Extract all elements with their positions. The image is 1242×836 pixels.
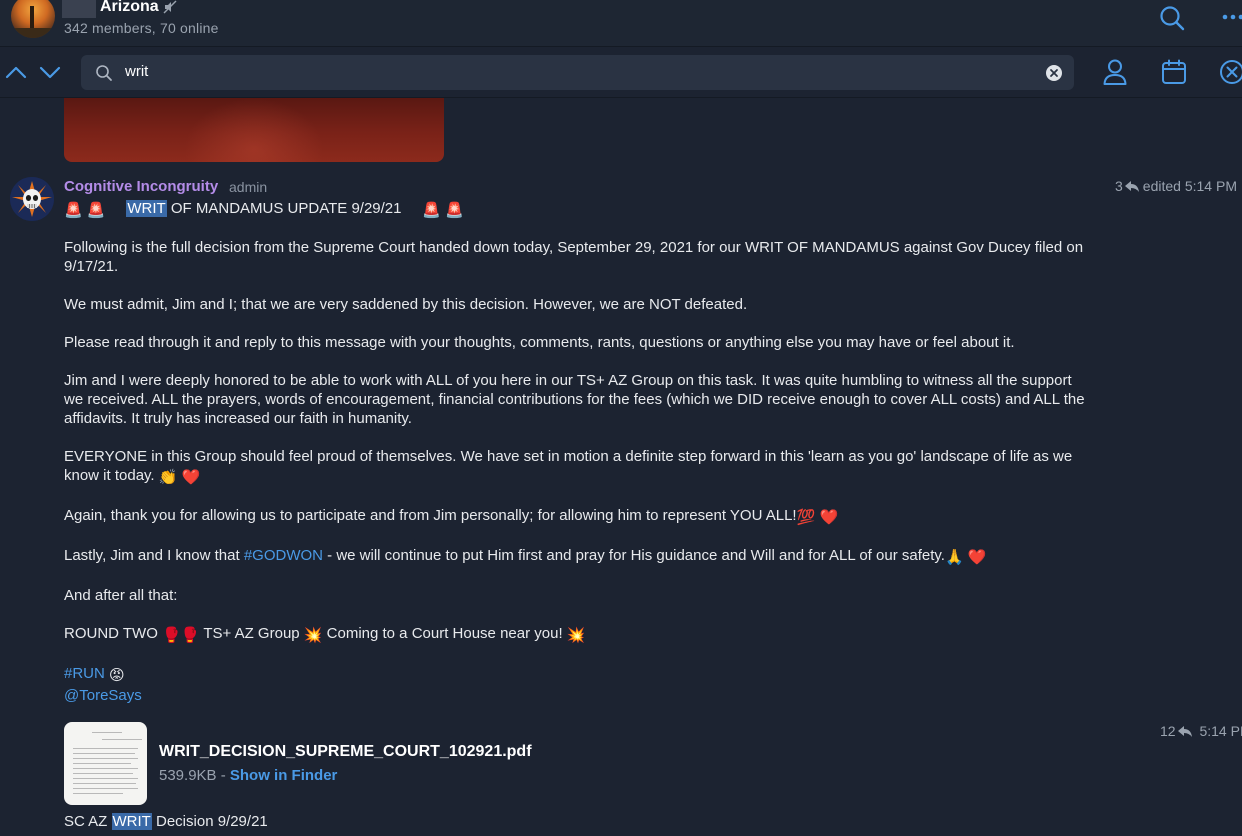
file-caption: SC AZ WRIT Decision 9/29/21	[64, 813, 268, 830]
siren-emoji: 🚨	[64, 202, 83, 219]
message-time: 5:14 PM	[1184, 178, 1237, 194]
avatar-ground	[11, 28, 55, 38]
message-text: Coming to a Court House near you!	[322, 625, 567, 642]
clear-search-icon[interactable]	[1045, 64, 1063, 82]
boxing-glove-emoji: 🥊	[180, 627, 200, 644]
reply-count[interactable]: 3	[1115, 178, 1123, 194]
message-text-line: ROUND TWO 🥊🥊 TS+ AZ Group 💥 Coming to a …	[64, 625, 585, 644]
member-count: 342 members, 70 online	[64, 20, 219, 36]
previous-photo[interactable]	[64, 98, 444, 162]
author-name[interactable]: Cognitive Incongruity	[64, 178, 218, 195]
heart-emoji: ❤️	[181, 469, 201, 486]
search-query[interactable]: writ	[125, 63, 148, 80]
message-text: We must admit, Jim and I; that we are ve…	[64, 296, 748, 313]
siren-emoji: 🚨	[445, 202, 464, 219]
message-text-line: Again, thank you for allowing us to part…	[64, 507, 838, 526]
calendar-icon[interactable]	[1161, 59, 1187, 85]
search-icon[interactable]	[1158, 4, 1186, 32]
reply-count[interactable]: 12	[1160, 723, 1176, 739]
file-message-meta: 12 5:14 PM	[1160, 723, 1242, 739]
show-in-finder-link[interactable]: Show in Finder	[230, 767, 338, 784]
caption-text: Decision 9/29/21	[151, 813, 268, 830]
heart-emoji: ❤️	[967, 549, 987, 566]
message-text: And after all that:	[64, 587, 178, 604]
message-meta: 3 edited 5:14 PM	[1115, 178, 1237, 194]
close-search-icon[interactable]	[1219, 59, 1242, 85]
redacted-block	[62, 0, 96, 18]
hashtag-godwon[interactable]: #GODWON	[244, 547, 323, 564]
mention-toresays[interactable]: @ToreSays	[64, 687, 142, 704]
message-list: Cognitive Incongruity admin 3 edited 5:14…	[0, 98, 1242, 836]
heart-emoji: ❤️	[819, 509, 839, 526]
message-text: TS+ AZ Group	[199, 625, 304, 642]
search-input[interactable]	[81, 55, 1074, 90]
message-text-line: Lastly, Jim and I know that #GODWON - we…	[64, 547, 987, 566]
arizona-skull-icon	[10, 177, 54, 221]
message-text: Again, thank you for allowing us to part…	[64, 507, 797, 524]
file-size: 539.9KB -	[159, 767, 230, 784]
reply-icon[interactable]	[1177, 726, 1192, 737]
avatar-tree	[30, 6, 34, 28]
siren-emoji: 🚨	[86, 202, 106, 219]
chevron-up-icon[interactable]	[4, 62, 28, 82]
hashtag-run[interactable]: #RUN	[64, 665, 105, 682]
headline-text: OF MANDAMUS UPDATE 9/29/21	[166, 200, 402, 217]
message-headline: 🚨 🚨 WRIT OF MANDAMUS UPDATE 9/29/21 🚨 🚨	[64, 200, 464, 219]
chat-header: Arizona 342 members, 70 online	[0, 0, 1242, 47]
message-text: Lastly, Jim and I know that	[64, 547, 244, 564]
reply-icon[interactable]	[1124, 181, 1139, 192]
angry-emoji: 😡	[109, 667, 125, 684]
search-field-icon	[96, 65, 112, 81]
message-time: 5:14 PM	[1199, 723, 1242, 739]
message-text-line: #RUN 😡	[64, 665, 125, 684]
pray-emoji: 🙏	[944, 549, 964, 566]
search-highlight: WRIT	[126, 200, 167, 217]
message-text: Jim and I were deeply honored to be able…	[64, 372, 1072, 389]
message-text: - we will continue to put Him first and …	[322, 547, 945, 564]
siren-emoji: 🚨	[422, 202, 442, 219]
caption-text: SC AZ	[64, 813, 112, 830]
message-text: Please read through it and reply to this…	[64, 334, 1015, 351]
author-avatar[interactable]	[10, 177, 54, 221]
boxing-glove-emoji: 🥊	[162, 627, 181, 644]
message-text: know it today.	[64, 467, 155, 484]
message-text: 9/17/21.	[64, 258, 119, 275]
message-text: ROUND TWO	[64, 625, 163, 642]
collision-emoji: 💥	[566, 627, 586, 644]
chevron-down-icon[interactable]	[38, 62, 62, 82]
user-filter-icon[interactable]	[1102, 58, 1128, 86]
pdf-thumbnail[interactable]	[64, 722, 147, 805]
author-role: admin	[229, 179, 268, 195]
more-icon[interactable]	[1222, 14, 1242, 20]
message-text-line: know it today. 👏 ❤️	[64, 467, 200, 486]
message-text: Following is the full decision from the …	[64, 239, 1084, 256]
file-name[interactable]: WRIT_DECISION_SUPREME_COURT_102921.pdf	[159, 743, 532, 761]
group-avatar[interactable]	[11, 0, 55, 38]
edited-label: edited	[1142, 178, 1181, 194]
search-highlight: WRIT	[111, 813, 152, 830]
hundred-emoji: 💯	[796, 509, 816, 526]
collision-emoji: 💥	[303, 627, 323, 644]
message-text: we received. ALL the prayers, words of e…	[64, 391, 1085, 408]
file-info: 539.9KB - Show in Finder	[159, 767, 337, 784]
message-text: EVERYONE in this Group should feel proud…	[64, 448, 1073, 465]
chat-title[interactable]: Arizona	[100, 0, 159, 16]
message-text: affidavits. It truly has increased our f…	[64, 410, 412, 427]
mute-icon	[163, 0, 177, 14]
clap-emoji: 👏	[158, 469, 178, 486]
